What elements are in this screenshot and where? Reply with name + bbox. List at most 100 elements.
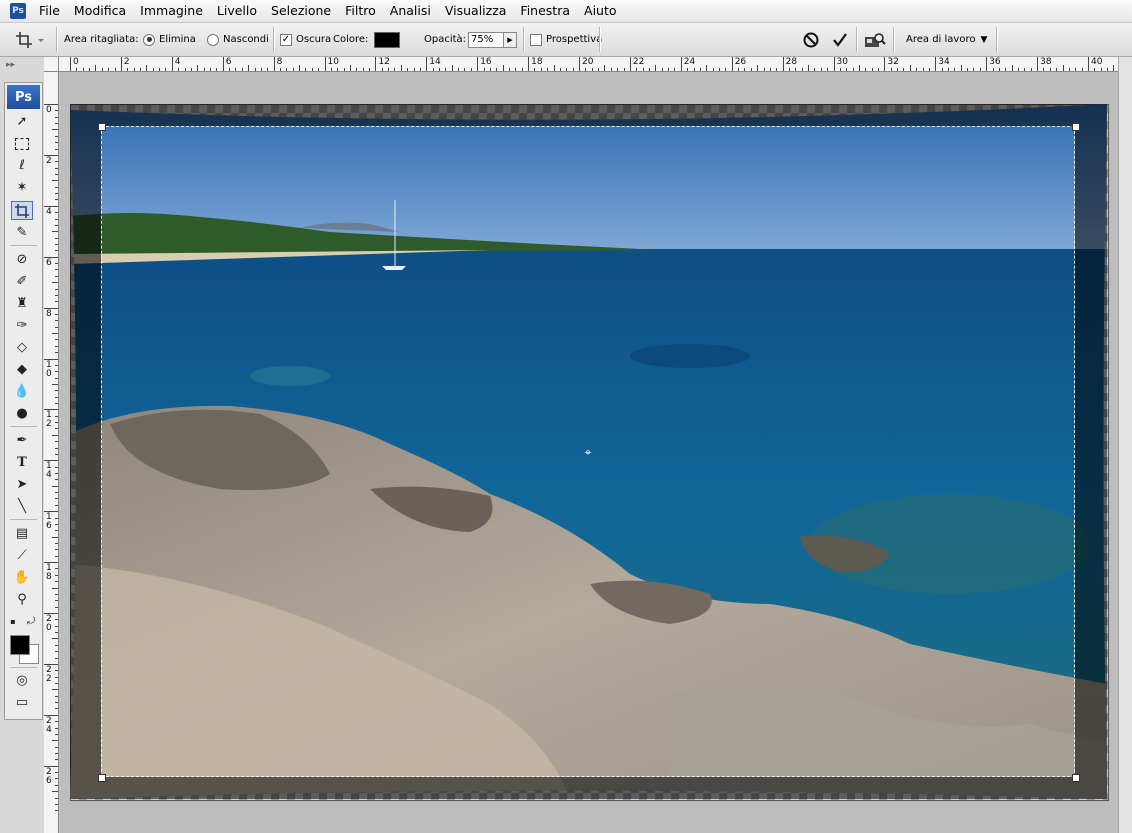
ruler-h-minor-tick <box>827 68 829 71</box>
ruler-h-label: 6 <box>225 57 232 67</box>
ruler-h-minor-tick <box>572 68 574 71</box>
ruler-h-minor-tick <box>133 68 135 71</box>
delete-radio-dot <box>143 33 155 46</box>
ruler-v-minor-tick <box>55 301 58 303</box>
ruler-h-minor-tick <box>871 68 873 71</box>
menu-livello[interactable]: Livello <box>210 0 264 22</box>
commit-button[interactable] <box>830 23 850 56</box>
marquee-tool[interactable] <box>11 134 33 153</box>
ruler-v-minor-tick <box>55 447 58 449</box>
swap-colors-button[interactable]: ⤾ <box>25 612 37 631</box>
hand-tool[interactable]: ✋ <box>11 568 33 587</box>
blur-tool[interactable]: 💧 <box>11 382 33 401</box>
menu-immagine[interactable]: Immagine <box>133 0 210 22</box>
menu-analisi[interactable]: Analisi <box>383 0 438 22</box>
menu-modifica[interactable]: Modifica <box>67 0 133 22</box>
crop-center-point-icon[interactable]: ⌖ <box>582 446 594 458</box>
quick-mask-button[interactable]: ◎ <box>11 671 33 690</box>
ruler-h-minor-tick <box>139 68 141 71</box>
default-colors-button[interactable]: ▪ <box>7 612 19 631</box>
ruler-h-minor-tick <box>451 65 453 71</box>
pen-tool[interactable]: ✒ <box>11 431 33 450</box>
ruler-v-minor-tick <box>55 581 58 583</box>
shield-color-swatch[interactable] <box>374 31 400 48</box>
menu-selezione[interactable]: Selezione <box>264 0 338 22</box>
screen-mode-button[interactable]: ▭ <box>11 693 33 712</box>
vertical-scrollbar[interactable] <box>1118 57 1132 833</box>
history-brush-tool[interactable]: ✑ <box>11 316 33 335</box>
foreground-color-swatch[interactable] <box>10 635 30 655</box>
dodge-tool[interactable]: ● <box>11 404 33 423</box>
crop-area-label: Area ritagliata: <box>64 34 139 45</box>
pen-icon: ✒ <box>16 433 28 448</box>
ruler-h-label: 28 <box>785 57 798 67</box>
menu-file[interactable]: File <box>32 0 67 22</box>
ruler-v-label: 6 <box>46 775 52 786</box>
ruler-v-minor-tick <box>55 606 58 608</box>
move-tool[interactable]: ➚ <box>11 112 33 131</box>
ruler-v-minor-tick <box>55 320 58 322</box>
ruler-v-minor-tick <box>55 752 58 754</box>
menu-visualizza[interactable]: Visualizza <box>438 0 514 22</box>
crop-tool[interactable] <box>11 201 33 220</box>
ruler-v-minor-tick <box>55 218 58 220</box>
path-selection-tool[interactable]: ➤ <box>11 475 33 494</box>
ruler-h-major-tick <box>986 57 988 71</box>
tool-preset-picker[interactable] <box>14 23 44 56</box>
crop-handle-top-left[interactable] <box>98 123 106 131</box>
ruler-v-minor-tick <box>52 587 58 589</box>
ruler-v-minor-tick <box>55 364 58 366</box>
menu-finestra[interactable]: Finestra <box>513 0 577 22</box>
paint-bucket-tool[interactable]: ◆ <box>11 360 33 379</box>
ruler-h-minor-tick <box>152 68 154 71</box>
eraser-tool[interactable]: ◇ <box>11 338 33 357</box>
ruler-h-minor-tick <box>381 68 383 71</box>
shield-checkbox[interactable]: ✓ Oscura <box>280 23 331 56</box>
photoshop-logo[interactable]: Ps <box>7 85 40 109</box>
ruler-h-minor-tick <box>776 68 778 71</box>
photoshop-app-icon[interactable]: Ps <box>10 3 26 19</box>
opacity-input[interactable] <box>468 31 504 48</box>
collapse-panel-icon[interactable]: ▸▸ <box>6 60 15 70</box>
clone-stamp-tool[interactable]: ♜ <box>11 294 33 313</box>
ruler-h-minor-tick <box>922 68 924 71</box>
crop-handle-bottom-left[interactable] <box>98 774 106 782</box>
lasso-tool[interactable]: ℓ <box>11 156 33 175</box>
ruler-h-major-tick <box>426 57 428 71</box>
eyedropper-tool[interactable]: ⟋ <box>11 546 33 565</box>
bridge-button[interactable] <box>863 23 887 56</box>
ruler-v-minor-tick <box>55 670 58 672</box>
arrow-pointer-icon: ➤ <box>16 477 28 492</box>
healing-brush-tool[interactable]: ⊘ <box>11 250 33 269</box>
ruler-h-minor-tick <box>687 68 689 71</box>
delete-radio[interactable]: Elimina <box>143 23 196 56</box>
notes-tool[interactable]: ▤ <box>11 524 33 543</box>
magic-wand-tool[interactable]: ✶ <box>11 178 33 197</box>
ruler-h-minor-tick <box>343 68 345 71</box>
brush-tool[interactable]: ✐ <box>11 272 33 291</box>
ruler-origin[interactable] <box>44 57 59 72</box>
ruler-v-label: 6 <box>46 521 52 532</box>
line-tool[interactable]: ╲ <box>11 497 33 516</box>
paint-bucket-icon: ◆ <box>17 362 27 377</box>
menu-filtro[interactable]: Filtro <box>338 0 383 22</box>
ruler-v-minor-tick <box>55 313 58 315</box>
crop-handle-bottom-right[interactable] <box>1072 774 1080 782</box>
ruler-h-minor-tick <box>967 68 969 71</box>
slice-tool[interactable]: ✎ <box>11 223 33 242</box>
crop-handle-top-right[interactable] <box>1072 123 1080 131</box>
zoom-tool[interactable]: ⚲ <box>11 590 33 609</box>
workspace-menu[interactable]: Area di lavoro ▼ <box>906 23 987 56</box>
ruler-h-minor-tick <box>1011 65 1013 71</box>
ruler-v-minor-tick <box>55 479 58 481</box>
perspective-checkbox[interactable]: Prospettiva <box>530 23 602 56</box>
hide-radio[interactable]: Nascondi <box>207 23 269 56</box>
opacity-slider-arrow[interactable]: ▶ <box>504 31 517 48</box>
cancel-button[interactable] <box>801 23 821 56</box>
ruler-v-minor-tick <box>55 371 58 373</box>
menu-aiuto[interactable]: Aiuto <box>577 0 624 22</box>
ruler-h-minor-tick <box>203 68 205 71</box>
type-tool[interactable]: T <box>11 453 33 472</box>
ruler-h-minor-tick <box>419 68 421 71</box>
ruler-h-minor-tick <box>496 68 498 71</box>
